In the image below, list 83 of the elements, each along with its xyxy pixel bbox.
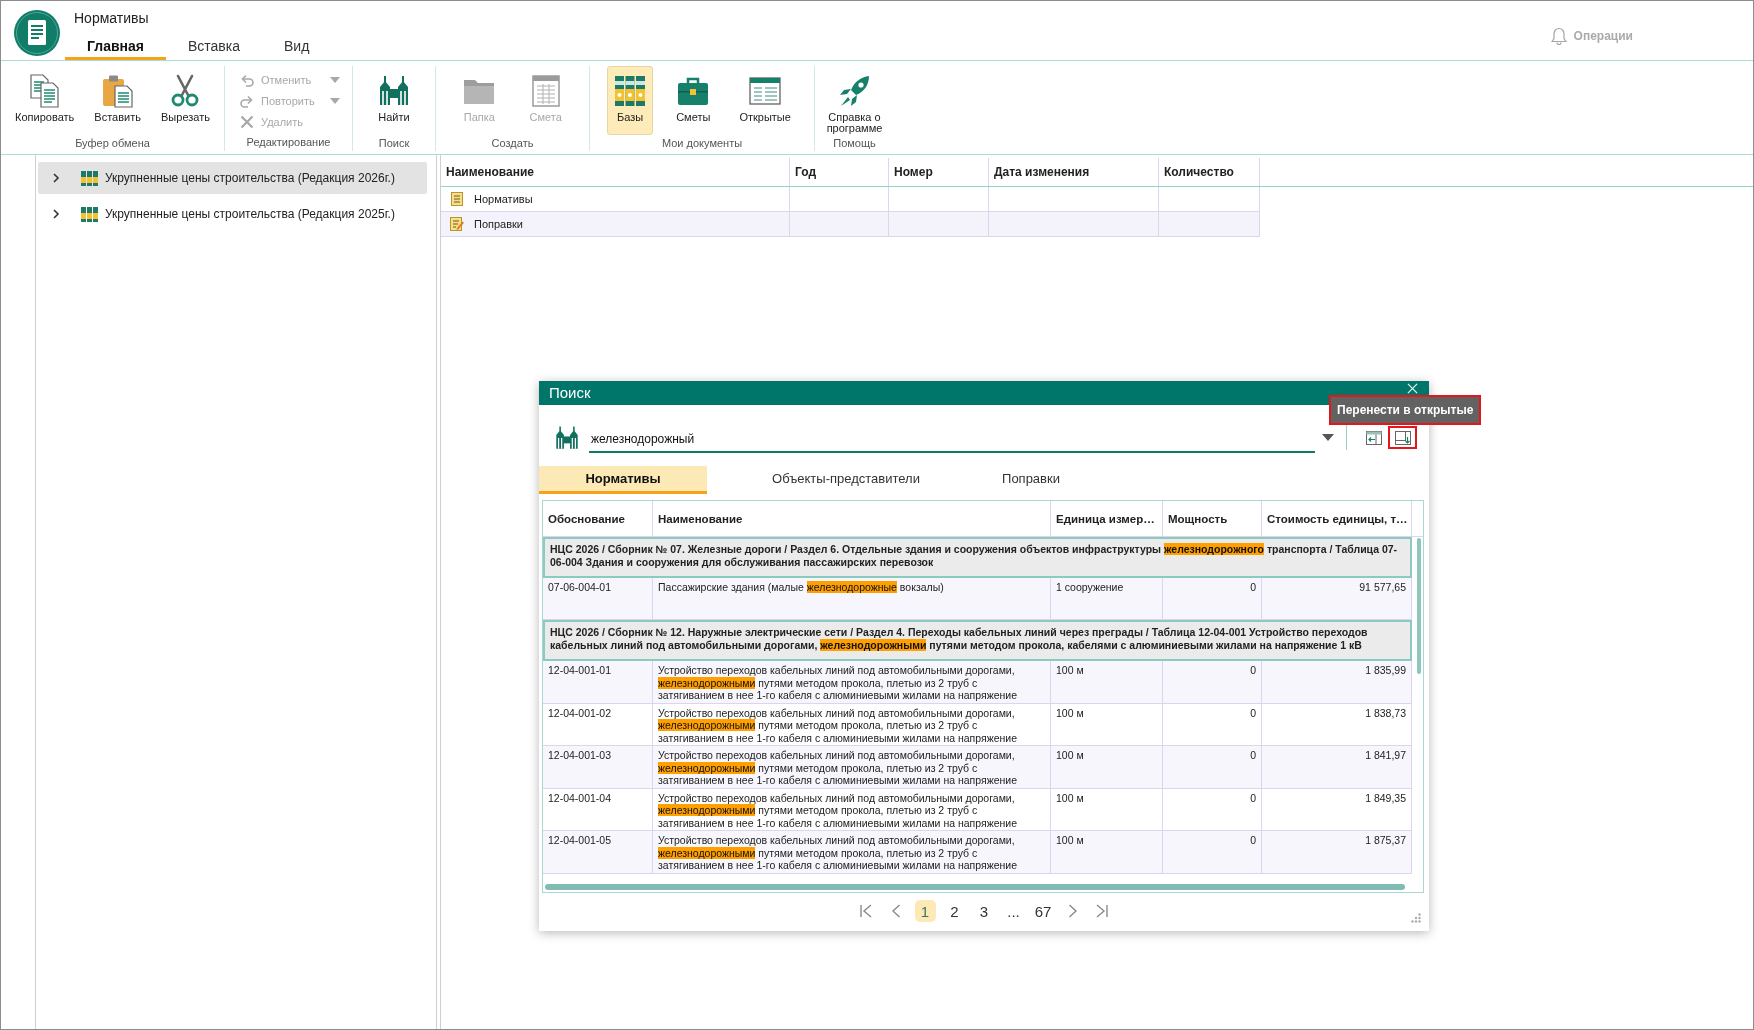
ribbon-button[interactable]: Базы xyxy=(607,66,654,135)
towers-icon xyxy=(554,424,580,451)
group-label: Мои документы xyxy=(660,136,744,151)
binders-icon xyxy=(81,206,98,222)
clipboard-icon xyxy=(100,74,135,108)
table-cell: 100 м xyxy=(1051,661,1163,704)
tab[interactable]: Объекты-представители xyxy=(707,466,985,494)
column-header[interactable]: Наименование xyxy=(441,158,790,186)
tab[interactable]: Поправки xyxy=(985,466,1077,494)
page-button[interactable]: 3 xyxy=(973,900,995,922)
close-icon[interactable] xyxy=(1407,383,1418,394)
ribbon-button[interactable]: Найти xyxy=(371,66,417,135)
group-label: Редактирование xyxy=(245,135,332,150)
column-header[interactable]: Единица измер… xyxy=(1051,501,1163,536)
resize-grip-icon[interactable] xyxy=(1411,913,1421,923)
chevron-right-icon[interactable] xyxy=(52,209,60,219)
last-page-icon[interactable] xyxy=(1095,903,1109,919)
ribbon-button[interactable]: Вставить xyxy=(88,66,147,135)
table-cell: 12-04-001-03 xyxy=(543,746,653,789)
towers-icon xyxy=(377,74,411,108)
group-label: Поиск xyxy=(377,136,411,151)
first-page-icon[interactable] xyxy=(859,903,873,919)
group-label: Буфер обмена xyxy=(74,136,151,151)
column-header[interactable]: Обоснование xyxy=(543,501,653,536)
dialog-title: Поиск xyxy=(548,383,591,403)
group-header: НЦС 2026 / Сборник № 12. Наружные электрические сети / Раздел 4. Переходы кабельных линий через преграды / Таблица 12-04-001 Устройство переходов кабельных линий под автомобильными дорогами, железнодорожными путями методом прокола, кабелями с алюминиевыми жилами на напряжение 1 кВ xyxy=(543,620,1412,661)
ribbon-button[interactable]: Вырезать xyxy=(155,66,216,135)
ribbon-button[interactable]: Копировать xyxy=(9,66,81,135)
table-cell: 100 м xyxy=(1051,831,1163,874)
cross-icon xyxy=(239,113,255,130)
table-cell: 12-04-001-05 xyxy=(543,831,653,874)
chevron-right-icon[interactable] xyxy=(52,173,60,183)
edit-note-icon xyxy=(450,217,464,231)
vertical-scrollbar[interactable] xyxy=(1417,538,1421,674)
ribbon-button[interactable]: Открытые xyxy=(733,66,797,135)
table-cell: 0 xyxy=(1163,661,1262,704)
logo-icon xyxy=(13,9,61,57)
binders-icon xyxy=(81,170,98,186)
table-row[interactable]: Поправки xyxy=(441,212,1260,237)
notebook-icon xyxy=(450,192,464,206)
table-cell: 1 875,37 xyxy=(1262,831,1412,874)
table-cell: Устройство переходов кабельных линий под автомобильными дорогами, железнодорожными путями методом прокола, плетью из 2 труб с затягиванием в нее 1-го кабеля с алюминиевыми жилами на напряжение xyxy=(653,661,1051,704)
column-header[interactable]: Дата изменения xyxy=(989,158,1159,186)
column-header[interactable]: Мощность xyxy=(1163,501,1262,536)
column-header[interactable]: Наименование xyxy=(653,501,1051,536)
column-header[interactable]: Номер xyxy=(889,158,989,186)
group-label: Создать xyxy=(490,136,535,151)
tool-button[interactable] xyxy=(1388,426,1417,449)
binders-icon xyxy=(613,74,648,108)
page-button[interactable]: ... xyxy=(1003,900,1024,922)
horizontal-scrollbar[interactable] xyxy=(545,884,1405,890)
table-cell: 0 xyxy=(1163,831,1262,874)
group-label: Помощь xyxy=(832,136,877,151)
column-header[interactable]: Год xyxy=(790,158,889,186)
page-button[interactable]: 2 xyxy=(944,900,965,922)
bell-icon xyxy=(1550,27,1567,45)
menu-tab[interactable]: Главная xyxy=(65,31,166,60)
table-cell: Устройство переходов кабельных линий под автомобильными дорогами, железнодорожными путями методом прокола, плетью из 2 труб с затягиванием в нее 1-го кабеля с алюминиевыми жилами на напряжение xyxy=(653,831,1051,874)
page-button[interactable]: 1 xyxy=(914,900,936,922)
rocket-icon xyxy=(837,74,872,108)
menu-tab[interactable]: Вставка xyxy=(165,31,262,60)
tooltip: Перенести в открытые xyxy=(1329,395,1482,425)
column-header[interactable]: Стоимость единицы, т… xyxy=(1262,501,1412,536)
window-icon xyxy=(748,74,783,108)
ribbon-button[interactable]: Справка о программе xyxy=(816,66,893,135)
documents-icon xyxy=(27,74,62,108)
page-button[interactable]: 67 xyxy=(1032,900,1054,922)
caret-icon[interactable] xyxy=(1322,434,1334,441)
group-header: НЦС 2026 / Сборник № 07. Железные дороги / Раздел 6. Отдельные здания и сооружения объектов инфраструктуры железнодорожного транспорта / Таблица 07-06-004 Здания и сооружения для обслуживания пассажирских перевозок xyxy=(543,537,1412,578)
table-row[interactable]: Нормативы xyxy=(441,187,1260,212)
table-cell: 0 xyxy=(1163,746,1262,789)
table-cell: 100 м xyxy=(1051,746,1163,789)
column-header[interactable]: Количество xyxy=(1159,158,1260,186)
tree-item[interactable]: Укрупненные цены строительства (Редакция 2026г.) xyxy=(38,162,427,194)
table-cell: Устройство переходов кабельных линий под автомобильными дорогами, железнодорожными путями методом прокола, плетью из 2 труб с затягиванием в нее 1-го кабеля с алюминиевыми жилами на напряжение xyxy=(653,746,1051,789)
table-cell: 1 835,99 xyxy=(1262,661,1412,704)
tab[interactable]: Нормативы xyxy=(539,466,707,494)
table-cell: 1 841,97 xyxy=(1262,746,1412,789)
app-title: Нормативы xyxy=(74,10,149,26)
ribbon-button[interactable]: Сметы xyxy=(670,66,717,135)
chevron-left-icon[interactable] xyxy=(890,903,901,919)
table-cell: 12-04-001-01 xyxy=(543,661,653,704)
menu-tab[interactable]: Вид xyxy=(262,31,332,60)
